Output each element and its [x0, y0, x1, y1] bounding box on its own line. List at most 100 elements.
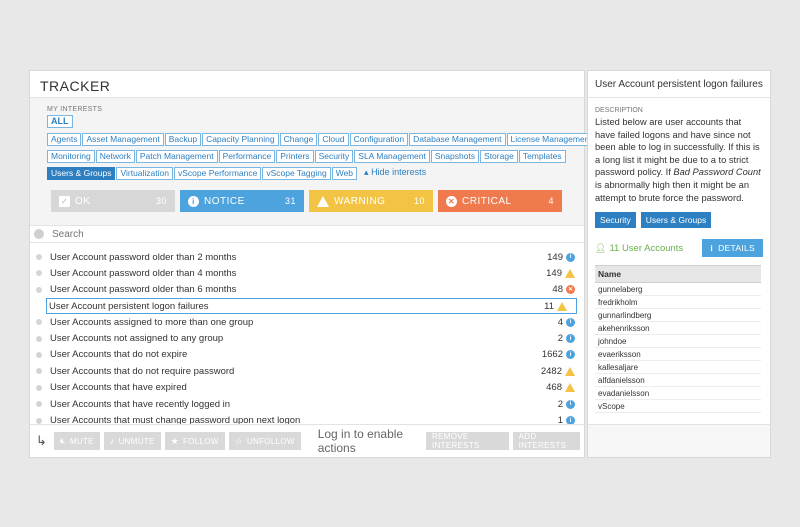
- user-table-row[interactable]: vScope: [595, 400, 761, 414]
- severity-warning-count: 10: [413, 196, 425, 206]
- user-table-row[interactable]: kallesaljare: [595, 361, 761, 375]
- mute-icon: 🔇︎: [59, 435, 66, 446]
- accounts-line: 👤︎ 11 User Accounts i DETAILS: [595, 239, 763, 258]
- row-status-dot-icon: [36, 286, 42, 293]
- tracker-row[interactable]: User Accounts not assigned to any group 2…: [30, 331, 584, 347]
- interest-tag[interactable]: Cloud: [318, 133, 349, 146]
- interest-tag[interactable]: Patch Management: [135, 150, 218, 163]
- interest-tag[interactable]: Performance: [218, 150, 276, 163]
- detail-panel: User Account persistent logon failures D…: [587, 70, 771, 458]
- search-input[interactable]: [52, 228, 532, 240]
- tracker-row-label: User Account password older than 4 month…: [50, 267, 237, 279]
- description-emphasis: Bad Password Count: [673, 167, 761, 178]
- user-table: Name gunnelaberg fredrikholm gunnarlindber…: [595, 265, 761, 414]
- severity-notice-button[interactable]: i NOTICE 31: [180, 190, 304, 212]
- interest-tag[interactable]: Monitoring: [47, 150, 95, 163]
- tracker-row[interactable]: User Accounts assigned to more than one …: [30, 314, 584, 330]
- description-part2: is abnormally high then it might be an a…: [595, 179, 750, 203]
- row-status-dot-icon: [36, 254, 42, 260]
- user-table-row[interactable]: alfdanielsson: [595, 374, 761, 388]
- user-table-row[interactable]: evadanielsson: [595, 387, 761, 401]
- user-table-row[interactable]: johndoe: [595, 335, 761, 349]
- interest-tag[interactable]: SLA Management: [354, 150, 430, 163]
- interest-tag[interactable]: vScope Performance: [173, 167, 262, 180]
- tracker-row-count: 2: [557, 333, 563, 345]
- tracker-panel: TRACKER MY INTERESTS ALL Agents Asset Man…: [29, 70, 596, 458]
- interest-tag[interactable]: Users & Groups: [47, 167, 116, 180]
- severity-critical-button[interactable]: ✕ CRITICAL 4: [438, 190, 562, 212]
- user-table-row[interactable]: akehenriksson: [595, 322, 761, 336]
- tracker-header: TRACKER: [30, 71, 584, 98]
- interest-tag[interactable]: Asset Management: [82, 133, 164, 146]
- tracker-row-count: 2482: [540, 365, 562, 377]
- tracker-row[interactable]: User Account password older than 6 month…: [30, 282, 584, 298]
- interest-tag-row: Monitoring Network Patch Management Perform…: [47, 150, 584, 167]
- tracker-row[interactable]: User Account persistent logon failures 11: [46, 298, 577, 315]
- tracker-row-count: 4: [557, 316, 563, 328]
- interest-tag[interactable]: Snapshots: [430, 150, 480, 163]
- search-icon: [34, 229, 44, 239]
- interest-tag[interactable]: Printers: [276, 150, 314, 163]
- tracker-row[interactable]: User Account password older than 4 month…: [30, 265, 584, 281]
- detail-tag-security[interactable]: Security: [595, 212, 636, 229]
- details-label: DETAILS: [718, 243, 755, 254]
- severity-critical-label: CRITICAL: [462, 195, 512, 207]
- notice-icon: i: [566, 252, 575, 262]
- follow-button[interactable]: ★ FOLLOW: [164, 432, 225, 450]
- tracker-row-count: 48: [552, 284, 563, 296]
- row-status-dot-icon: [36, 270, 42, 277]
- interest-tag[interactable]: Agents: [47, 133, 82, 146]
- tracker-row[interactable]: User Accounts that do not expire 1662 i: [30, 347, 584, 363]
- detail-footer: [588, 424, 770, 457]
- info-icon: i: [188, 195, 199, 207]
- interest-tag[interactable]: Network: [95, 150, 135, 163]
- unmute-button[interactable]: ♪ UNMUTE: [103, 432, 161, 450]
- check-icon: ✓: [59, 195, 70, 207]
- interest-tag[interactable]: Security: [314, 150, 354, 163]
- interest-tag[interactable]: Web: [331, 167, 358, 180]
- details-button[interactable]: i DETAILS: [702, 239, 763, 258]
- tracker-row[interactable]: User Accounts that have recently logged …: [30, 396, 584, 412]
- interest-tag[interactable]: Change: [279, 133, 318, 146]
- tracker-row-label: User Account password older than 6 month…: [50, 284, 237, 296]
- tracker-row-label: User Account persistent logon failures: [49, 300, 209, 312]
- unfollow-button[interactable]: ☆ UNFOLLOW: [228, 432, 301, 450]
- follow-label: FOLLOW: [182, 436, 219, 446]
- tracker-row-label: User Accounts that do not expire: [50, 349, 188, 361]
- user-table-row[interactable]: evaeriksson: [595, 348, 761, 362]
- row-status-dot-icon: [36, 384, 42, 391]
- tracker-row[interactable]: User Accounts that do not require passwo…: [30, 363, 584, 379]
- star-outline-icon: ☆: [234, 435, 243, 446]
- tracker-row-count: 1662: [541, 349, 563, 361]
- severity-ok-button[interactable]: ✓ OK 30: [51, 190, 175, 212]
- tracker-footer: ↳ 🔇︎ MUTE ♪ UNMUTE ★ FOLLOW ☆ UNFOLLOW Log i…: [30, 424, 584, 457]
- user-table-row[interactable]: fredrikholm: [595, 296, 761, 310]
- interest-tag[interactable]: Database Management: [409, 133, 506, 146]
- warning-icon: [565, 383, 575, 393]
- interest-tag[interactable]: Storage: [480, 150, 518, 163]
- row-status-dot-icon: [36, 417, 42, 424]
- description-label: DESCRIPTION: [595, 107, 643, 114]
- add-interests-button[interactable]: ADD INTERESTS: [512, 432, 581, 450]
- tracker-row-label: User Accounts assigned to more than one …: [50, 316, 254, 328]
- severity-warning-button[interactable]: WARNING 10: [309, 190, 433, 212]
- interest-tag[interactable]: vScope Tagging: [262, 167, 331, 180]
- interest-all-tag[interactable]: ALL: [47, 115, 73, 128]
- interest-tag[interactable]: Backup: [164, 133, 202, 146]
- interest-tag[interactable]: Templates: [518, 150, 566, 163]
- remove-interests-button[interactable]: REMOVE INTERESTS: [426, 432, 509, 450]
- interests-label: MY INTERESTS: [47, 106, 103, 113]
- detail-tag-users-groups[interactable]: Users & Groups: [640, 212, 712, 229]
- interest-tag[interactable]: Virtualization: [116, 167, 173, 180]
- interest-tag[interactable]: Configuration: [349, 133, 409, 146]
- tracker-row-count: 11: [544, 300, 554, 312]
- search-bar: [30, 226, 584, 243]
- mute-button[interactable]: 🔇︎ MUTE: [53, 432, 100, 450]
- tracker-row[interactable]: User Accounts that have expired 468: [30, 380, 584, 396]
- user-table-row[interactable]: gunnarlindberg: [595, 309, 761, 323]
- hide-interests-link[interactable]: ▴ Hide interests: [364, 167, 426, 178]
- interest-tag[interactable]: Capacity Planning: [202, 133, 279, 146]
- interest-tag[interactable]: License Management: [506, 133, 596, 146]
- user-table-row[interactable]: gunnelaberg: [595, 283, 761, 297]
- tracker-row[interactable]: User Account password older than 2 month…: [30, 249, 584, 265]
